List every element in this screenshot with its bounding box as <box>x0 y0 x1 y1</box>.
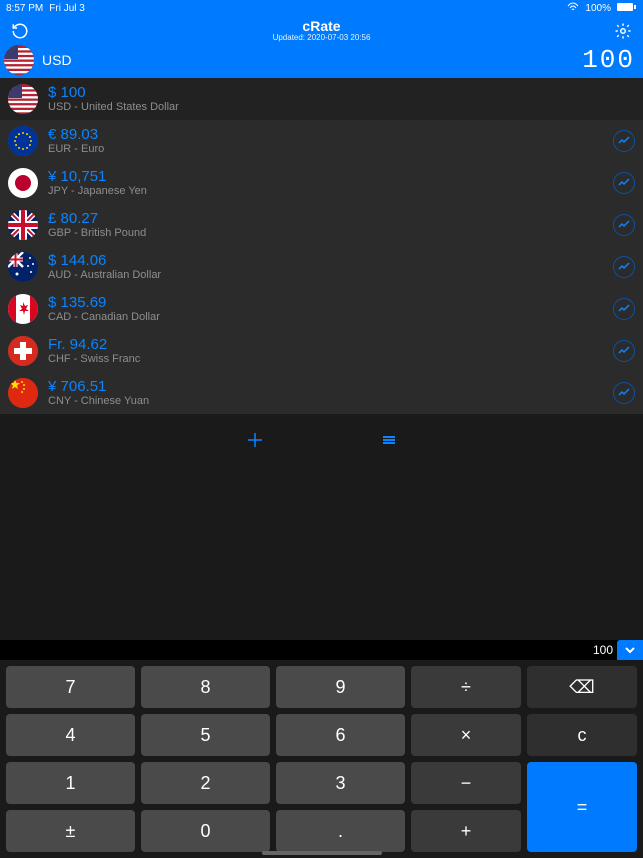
key-add[interactable]: + <box>411 810 521 852</box>
currency-amount: € 89.03 <box>48 127 603 144</box>
flag-icon-us <box>4 45 34 75</box>
key-5[interactable]: 5 <box>141 714 270 756</box>
key-divide[interactable]: ÷ <box>411 666 521 708</box>
status-time: 8:57 PM <box>6 3 43 14</box>
flag-icon-gb <box>8 210 38 240</box>
key-8[interactable]: 8 <box>141 666 270 708</box>
flag-icon-us <box>8 84 38 114</box>
chart-button[interactable] <box>613 298 635 320</box>
currency-name: JPY - Japanese Yen <box>48 185 603 197</box>
flag-icon-au <box>8 252 38 282</box>
flag-icon-jp <box>8 168 38 198</box>
currency-list: $ 100USD - United States Dollar€ 89.03EU… <box>0 78 643 414</box>
app-header: cRate Updated: 2020-07-03 20:56 <box>0 16 643 46</box>
wifi-icon <box>567 2 579 15</box>
key-6[interactable]: 6 <box>276 714 405 756</box>
key-backspace[interactable]: ⌫ <box>527 666 637 708</box>
currency-amount: $ 100 <box>48 85 635 102</box>
key-equals[interactable]: = <box>527 762 637 852</box>
chart-button[interactable] <box>613 130 635 152</box>
app-title: cRate <box>273 19 371 34</box>
currency-name: AUD - Australian Dollar <box>48 269 603 281</box>
chart-button[interactable] <box>613 214 635 236</box>
base-amount-display: 100 <box>582 45 635 75</box>
status-date: Fri Jul 3 <box>49 3 85 14</box>
base-currency-row[interactable]: USD 100 <box>0 46 643 78</box>
input-bar: 100 <box>0 640 643 660</box>
key-clear[interactable]: c <box>527 714 637 756</box>
currency-name: CNY - Chinese Yuan <box>48 395 603 407</box>
currency-row[interactable]: £ 80.27GBP - British Pound <box>0 204 643 246</box>
currency-amount: $ 135.69 <box>48 295 603 312</box>
currency-row[interactable]: € 89.03EUR - Euro <box>0 120 643 162</box>
currency-name: GBP - British Pound <box>48 227 603 239</box>
currency-row[interactable]: $ 100USD - United States Dollar <box>0 78 643 120</box>
key-0[interactable]: 0 <box>141 810 270 852</box>
key-9[interactable]: 9 <box>276 666 405 708</box>
currency-amount: Fr. 94.62 <box>48 337 603 354</box>
key-1[interactable]: 1 <box>6 762 135 804</box>
chart-button[interactable] <box>613 382 635 404</box>
currency-row[interactable]: $ 135.69CAD - Canadian Dollar <box>0 288 643 330</box>
flag-icon-ch <box>8 336 38 366</box>
input-value: 100 <box>593 643 617 657</box>
chart-button[interactable] <box>613 340 635 362</box>
flag-icon-ca <box>8 294 38 324</box>
currency-name: CAD - Canadian Dollar <box>48 311 603 323</box>
currency-name: CHF - Swiss Franc <box>48 353 603 365</box>
currency-name: EUR - Euro <box>48 143 603 155</box>
list-actions <box>0 414 643 462</box>
currency-amount: $ 144.06 <box>48 253 603 270</box>
base-currency-code: USD <box>42 52 72 68</box>
currency-row[interactable]: Fr. 94.62CHF - Swiss Franc <box>0 330 643 372</box>
updated-label: Updated: 2020-07-03 20:56 <box>273 34 371 43</box>
key-decimal[interactable]: . <box>276 810 405 852</box>
currency-row[interactable]: ¥ 10,751JPY - Japanese Yen <box>0 162 643 204</box>
currency-name: USD - United States Dollar <box>48 101 635 113</box>
battery-icon <box>617 2 637 15</box>
key-2[interactable]: 2 <box>141 762 270 804</box>
reorder-button[interactable] <box>377 428 401 452</box>
refresh-button[interactable] <box>8 19 32 43</box>
key-plusminus[interactable]: ± <box>6 810 135 852</box>
chart-button[interactable] <box>613 256 635 278</box>
key-3[interactable]: 3 <box>276 762 405 804</box>
home-indicator <box>262 851 382 855</box>
flag-icon-eu <box>8 126 38 156</box>
key-subtract[interactable]: − <box>411 762 521 804</box>
currency-row[interactable]: ¥ 706.51CNY - Chinese Yuan <box>0 372 643 414</box>
add-currency-button[interactable] <box>243 428 267 452</box>
chart-button[interactable] <box>613 172 635 194</box>
flag-icon-cn <box>8 378 38 408</box>
battery-percent: 100% <box>585 3 611 14</box>
currency-amount: ¥ 706.51 <box>48 379 603 396</box>
key-multiply[interactable]: × <box>411 714 521 756</box>
key-7[interactable]: 7 <box>6 666 135 708</box>
currency-amount: £ 80.27 <box>48 211 603 228</box>
currency-row[interactable]: $ 144.06AUD - Australian Dollar <box>0 246 643 288</box>
collapse-keypad-button[interactable] <box>617 640 643 660</box>
settings-button[interactable] <box>611 19 635 43</box>
keypad: 7 8 9 ÷ ⌫ 4 5 6 × c 1 2 3 − = ± 0 . + <box>0 660 643 858</box>
key-4[interactable]: 4 <box>6 714 135 756</box>
status-bar: 8:57 PM Fri Jul 3 100% <box>0 0 643 16</box>
currency-amount: ¥ 10,751 <box>48 169 603 186</box>
